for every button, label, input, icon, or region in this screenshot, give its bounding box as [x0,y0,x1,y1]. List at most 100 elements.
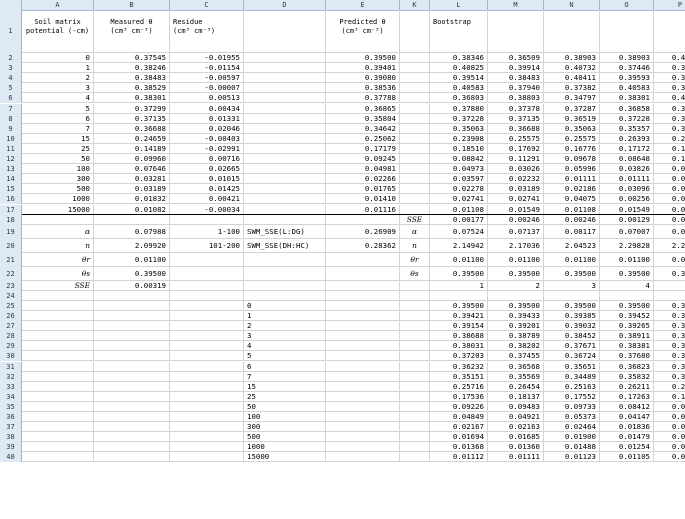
cell-m12[interactable]: 0.11291 [488,154,544,164]
cell-e25[interactable] [326,300,400,310]
cell-l15[interactable]: 0.02278 [430,184,488,194]
cell-m14[interactable]: 0.02232 [488,174,544,184]
cell-m4[interactable]: 0.38483 [488,73,544,83]
cell-n13[interactable]: 0.05996 [544,164,600,174]
cell-c39[interactable] [170,442,244,452]
column-header-e[interactable]: E [326,0,400,10]
cell-l30[interactable]: 0.37203 [430,351,488,361]
cell-m16[interactable]: 0.02741 [488,194,544,204]
cell-c25[interactable] [170,300,244,310]
cell-a15[interactable]: 500 [22,184,94,194]
cell-a23[interactable]: SSE [22,280,94,290]
cell-b27[interactable] [94,321,170,331]
cell-d17[interactable] [244,204,326,214]
cell-a10[interactable]: 15 [22,133,94,143]
cell-d25[interactable]: 0 [244,300,326,310]
cell-b18[interactable] [94,214,170,224]
cell-b7[interactable]: 0.37299 [94,103,170,113]
cell-c10[interactable]: -0.00403 [170,133,244,143]
cell-a39[interactable] [22,442,94,452]
cell-p3[interactable]: 0.39393 [654,63,685,72]
cell-m25[interactable]: 0.39500 [488,300,544,310]
cell-p32[interactable]: 0.35569 [654,372,685,381]
cell-o4[interactable]: 0.39593 [600,73,654,83]
cell-a20[interactable]: n [22,238,94,252]
column-header-k[interactable]: K [400,0,430,10]
cell-b38[interactable] [94,432,170,442]
cell-m33[interactable]: 0.26454 [488,381,544,391]
cell-p5[interactable]: 0.39740 [654,83,685,92]
cell-o23[interactable]: 4 [600,280,654,290]
cell-a22[interactable]: θs [22,266,94,280]
column-header-o[interactable]: O [600,0,654,10]
cell-k40[interactable] [400,452,430,462]
cell-o6[interactable]: 0.38301 [600,93,654,103]
cell-n32[interactable]: 0.34489 [544,371,600,381]
cell-n12[interactable]: 0.09678 [544,154,600,164]
cell-l3[interactable]: 0.40825 [430,63,488,73]
cell-e1[interactable]: Predicted θ (cm³ cm⁻³) [326,10,400,52]
row-header-26[interactable]: 26 [0,311,22,322]
cell-k7[interactable] [400,103,430,113]
cell-o3[interactable]: 0.37446 [600,63,654,73]
cell-m31[interactable]: 0.36568 [488,361,544,371]
row-header-18[interactable]: 18 [0,214,22,225]
cell-o26[interactable]: 0.39452 [600,311,654,321]
cell-d32[interactable]: 7 [244,371,326,381]
cell-c9[interactable]: 0.02046 [170,123,244,133]
cell-d18[interactable] [244,214,326,224]
cell-m1[interactable] [488,10,544,52]
cell-b21[interactable]: 0.01100 [94,252,170,266]
cell-c3[interactable]: -0.01154 [170,63,244,73]
cell-n11[interactable]: 0.16776 [544,143,600,153]
row-header-7[interactable]: 7 [0,103,22,114]
row-header-30[interactable]: 30 [0,351,22,362]
cell-o31[interactable]: 0.36823 [600,361,654,371]
cell-c36[interactable] [170,412,244,422]
cell-p16[interactable]: 0.02126 [654,194,685,203]
cell-e35[interactable] [326,401,400,411]
cell-k32[interactable] [400,371,430,381]
cell-k19[interactable]: α [400,224,430,238]
cell-o38[interactable]: 0.01479 [600,432,654,442]
cell-e21[interactable] [326,252,400,266]
cell-c12[interactable]: 0.00716 [170,154,244,164]
cell-p23[interactable]: 5 [654,281,685,290]
cell-p19[interactable]: 0.07234 [654,225,685,238]
row-header-37[interactable]: 37 [0,422,22,433]
cell-o19[interactable]: 0.07007 [600,224,654,238]
cell-p21[interactable]: 0.01100 [654,253,685,266]
cell-c28[interactable] [170,331,244,341]
cell-l10[interactable]: 0.23908 [430,133,488,143]
cell-n4[interactable]: 0.40411 [544,73,600,83]
cell-n20[interactable]: 2.04523 [544,238,600,252]
cell-d31[interactable]: 6 [244,361,326,371]
column-header-l[interactable]: L [430,0,488,10]
cell-d22[interactable] [244,266,326,280]
row-header-6[interactable]: 6 [0,93,22,104]
cell-n7[interactable]: 0.37287 [544,103,600,113]
cell-a37[interactable] [22,422,94,432]
cell-m34[interactable]: 0.18137 [488,391,544,401]
cell-c1[interactable]: Residue (cm³ cm⁻³) [170,10,244,52]
cell-b10[interactable]: 0.24659 [94,133,170,143]
cell-o27[interactable]: 0.39265 [600,321,654,331]
cell-e23[interactable] [326,280,400,290]
cell-k26[interactable] [400,311,430,321]
cell-o20[interactable]: 2.29828 [600,238,654,252]
cell-n40[interactable]: 0.01123 [544,452,600,462]
row-header-8[interactable]: 8 [0,113,22,124]
cell-e8[interactable]: 0.35804 [326,113,400,123]
cell-p9[interactable]: 0.35973 [654,124,685,133]
cell-c14[interactable]: 0.01015 [170,174,244,184]
cell-k20[interactable]: n [400,238,430,252]
select-all-corner[interactable] [0,0,22,10]
cell-d28[interactable]: 3 [244,331,326,341]
row-header-5[interactable]: 5 [0,83,22,94]
cell-k10[interactable] [400,133,430,143]
cell-b30[interactable] [94,351,170,361]
cell-o8[interactable]: 0.37228 [600,113,654,123]
cell-p10[interactable]: 0.23908 [654,134,685,143]
cell-a36[interactable] [22,412,94,422]
cell-a9[interactable]: 7 [22,123,94,133]
